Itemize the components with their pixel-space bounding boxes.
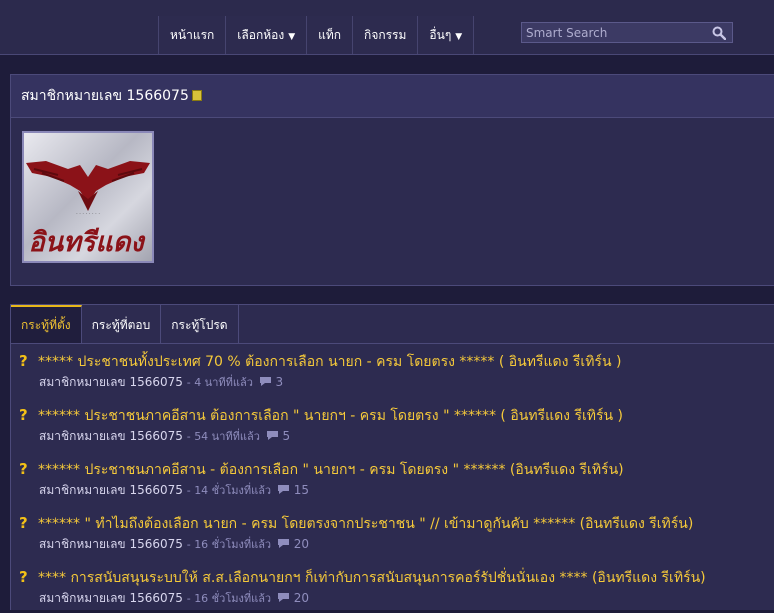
nav-item-label: อื่นๆ [429,28,452,42]
post-author-link[interactable]: สมาชิกหมายเลข 1566075 [39,429,183,443]
nav-item-home[interactable]: หน้าแรก [158,16,226,54]
post-tabs: กระทู้ที่ตั้ง กระทู้ที่ตอบ กระทู้โปรด [11,305,774,344]
post-author-link[interactable]: สมาชิกหมายเลข 1566075 [39,537,183,551]
post-meta: สมาชิกหมายเลข 1566075 - 16 ชั่วโมงที่แล้… [39,591,310,605]
member-title: สมาชิกหมายเลข 1566075 [21,88,189,104]
post-title-link[interactable]: ****** ประชาชนภาคอีสาน - ต้องการเลือก " … [38,459,624,481]
comment-icon [277,539,289,548]
question-icon: ? [19,460,28,478]
post-time: 14 ชั่วโมงที่แล้ว [194,484,272,497]
chevron-down-icon: ▼ [288,32,296,42]
avatar: · · · · · · · · อินทรีแดง [22,131,154,263]
profile-header: สมาชิกหมายเลข 1566075 [11,75,774,118]
list-item: ? **** การสนับสนุนระบบให้ ส.ส.เลือกนายกฯ… [11,567,771,613]
comment-count: 20 [293,537,310,551]
comment-count: 5 [282,429,291,443]
post-time: 54 นาทีที่แล้ว [194,430,260,443]
question-icon: ? [19,352,28,370]
comment-icon [277,485,289,494]
post-title-link[interactable]: ****** " ทำไมถึงต้องเลือก นายก - ครม โดย… [38,513,693,535]
post-time: 16 ชั่วโมงที่แล้ว [194,538,272,551]
profile-panel: สมาชิกหมายเลข 1566075 · · · · · · · · อิ… [10,74,774,286]
search-icon[interactable] [712,26,726,40]
post-title-link[interactable]: ****** ประชาชนภาคอีสาน ต้องการเลือก " นา… [38,405,623,427]
question-icon: ? [19,568,28,586]
comment-icon [259,377,271,386]
comment-count: 15 [293,483,310,497]
nav-item-label: เลือกห้อง [237,28,285,42]
nav-item-label: แท็ก [318,28,342,42]
post-author-link[interactable]: สมาชิกหมายเลข 1566075 [39,483,183,497]
top-navigation-bar: หน้าแรก เลือกห้อง ▼ แท็ก กิจกรรม อื่นๆ ▼ [0,0,774,55]
list-item: ? ****** ประชาชนภาคอีสาน ต้องการเลือก " … [11,405,771,451]
question-icon: ? [19,406,28,424]
post-title-link[interactable]: **** การสนับสนุนระบบให้ ส.ส.เลือกนายกฯ ก… [38,567,706,589]
nav-item-label: กิจกรรม [364,28,407,42]
nav-item-rooms[interactable]: เลือกห้อง ▼ [225,16,307,54]
post-title-link[interactable]: ***** ประชาชนทั้งประเทศ 70 % ต้องการเลือ… [38,351,621,373]
post-meta: สมาชิกหมายเลข 1566075 - 16 ชั่วโมงที่แล้… [39,537,310,551]
post-time: 16 ชั่วโมงที่แล้ว [194,592,272,605]
tab-replied-threads[interactable]: กระทู้ที่ตอบ [81,305,162,343]
list-item: ? ***** ประชาชนทั้งประเทศ 70 % ต้องการเล… [11,351,771,397]
tab-favorite-threads[interactable]: กระทู้โปรด [161,305,239,343]
avatar-logo-text: อินทรีแดง [28,227,146,258]
post-author-link[interactable]: สมาชิกหมายเลข 1566075 [39,375,183,389]
post-meta: สมาชิกหมายเลข 1566075 - 4 นาทีที่แล้ว 3 [39,375,284,389]
nav-item-activities[interactable]: กิจกรรม [352,16,418,54]
svg-text:· · · · · · · ·: · · · · · · · · [76,211,100,217]
question-icon: ? [19,514,28,532]
comment-count: 3 [275,375,284,389]
main-menu: หน้าแรก เลือกห้อง ▼ แท็ก กิจกรรม อื่นๆ ▼ [158,16,475,54]
nav-item-more[interactable]: อื่นๆ ▼ [417,16,475,54]
chevron-down-icon: ▼ [455,32,463,42]
tab-created-threads[interactable]: กระทู้ที่ตั้ง [11,305,82,343]
comment-count: 20 [293,591,310,605]
post-time: 4 นาทีที่แล้ว [194,376,253,389]
post-meta: สมาชิกหมายเลข 1566075 - 14 ชั่วโมงที่แล้… [39,483,310,497]
comment-icon [277,593,289,602]
list-item: ? ****** ประชาชนภาคอีสาน - ต้องการเลือก … [11,459,771,505]
list-item: ? ****** " ทำไมถึงต้องเลือก นายก - ครม โ… [11,513,771,559]
comment-icon [266,431,278,440]
member-badge-icon [191,90,202,101]
posts-panel: กระทู้ที่ตั้ง กระทู้ที่ตอบ กระทู้โปรด ? … [10,304,774,610]
smart-search-box [521,22,733,43]
nav-item-label: หน้าแรก [170,28,215,42]
post-meta: สมาชิกหมายเลข 1566075 - 54 นาทีที่แล้ว 5 [39,429,291,443]
post-author-link[interactable]: สมาชิกหมายเลข 1566075 [39,591,183,605]
red-eagle-logo: · · · · · · · · อินทรีแดง [26,161,150,258]
nav-item-tags[interactable]: แท็ก [306,16,353,54]
search-input[interactable] [526,24,706,41]
